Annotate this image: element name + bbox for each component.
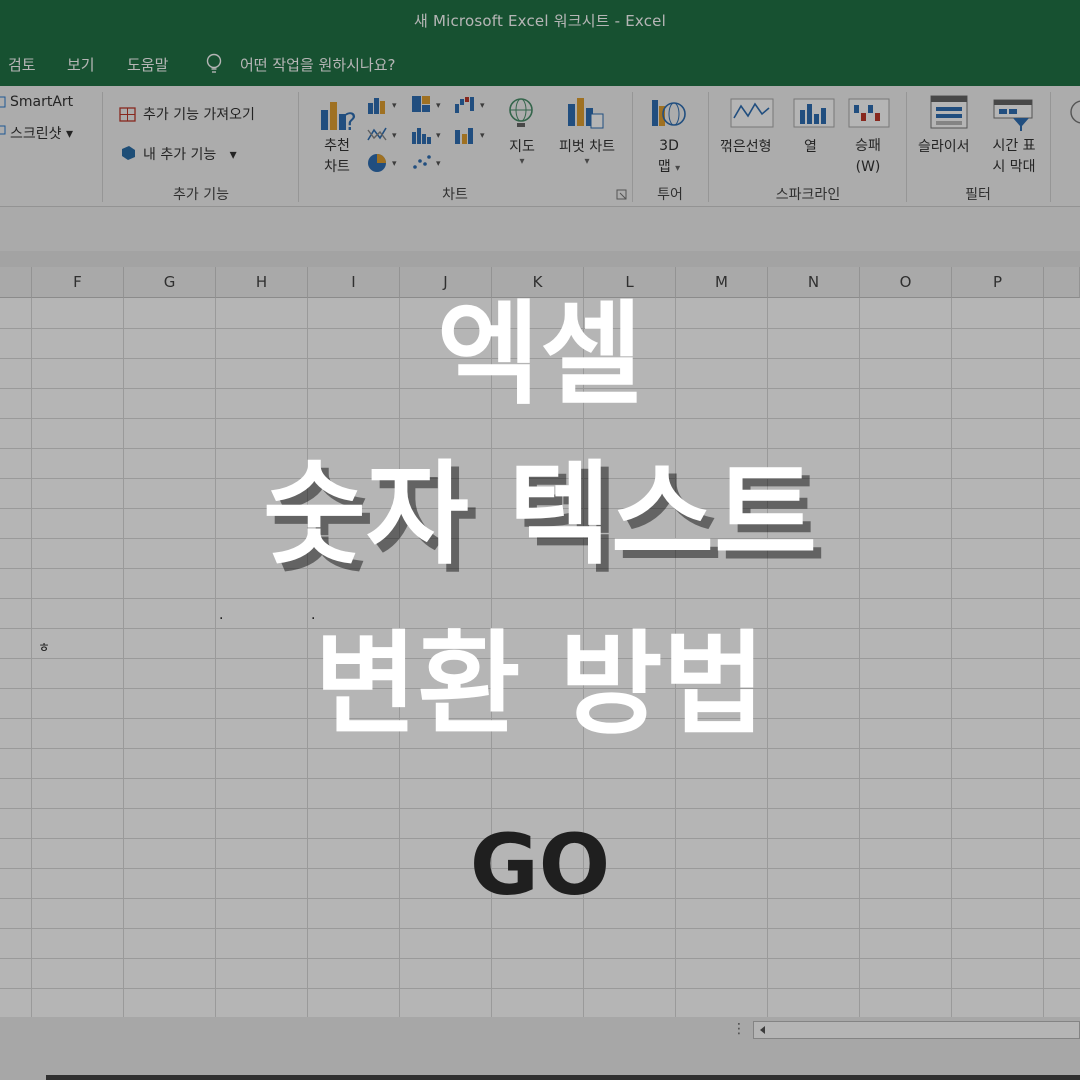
headline-line-2: 숫자 텍스트 [262,450,818,580]
go-label: GO [469,816,611,914]
headline-line-1: 엑셀 [436,290,644,420]
headline-line-3: 변환 방법 [314,620,766,750]
